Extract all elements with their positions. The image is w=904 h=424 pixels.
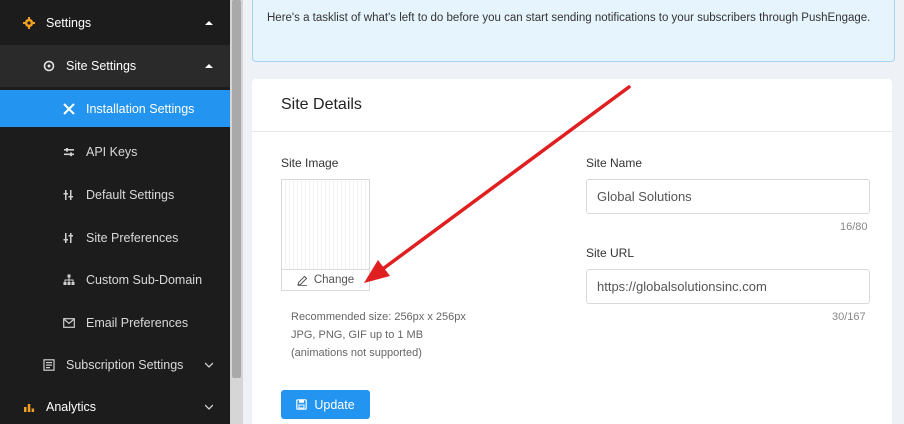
- sidebar-item-label: Custom Sub-Domain: [86, 272, 203, 287]
- sidebar-item-settings[interactable]: Settings: [0, 2, 230, 44]
- sidebar-item-subscription-settings[interactable]: Subscription Settings: [0, 346, 230, 384]
- chevron-down-icon: [204, 402, 214, 412]
- key-icon: [62, 145, 76, 159]
- recommendation-line: (animations not supported): [291, 347, 422, 359]
- site-name-counter: 16/80: [840, 221, 868, 233]
- update-button[interactable]: Update: [281, 390, 370, 419]
- sidebar: Settings Site Settings Installation Sett…: [0, 0, 230, 424]
- chevron-up-icon: [204, 18, 214, 28]
- sidebar-item-label: Analytics: [46, 400, 97, 414]
- sidebar-item-site-settings[interactable]: Site Settings: [0, 45, 230, 87]
- change-button-label: Change: [313, 274, 355, 286]
- tools-icon: [62, 102, 76, 116]
- divider: [252, 131, 892, 132]
- sidebar-item-label: Site Preferences: [86, 230, 179, 245]
- sidebar-item-label: Default Settings: [86, 187, 175, 202]
- site-details-card: Site Details Site Image Change Recommend…: [252, 79, 892, 424]
- site-url-value: https://globalsolutionsinc.com: [597, 279, 767, 294]
- sidebar-item-label: API Keys: [86, 144, 138, 159]
- sidebar-item-label: Settings: [46, 16, 92, 30]
- site-url-counter: 30/167: [832, 311, 866, 323]
- sidebar-item-default-settings[interactable]: Default Settings: [0, 176, 230, 213]
- image-recommendation: Recommended size: 256px x 256px JPG, PNG…: [291, 308, 466, 362]
- sitemap-icon: [62, 273, 76, 287]
- site-name-value: Global Solutions: [597, 189, 692, 204]
- tasklist-notice: Here's a tasklist of what's left to do b…: [252, 0, 895, 62]
- sidebar-item-api-keys[interactable]: API Keys: [0, 133, 230, 170]
- main-content: Here's a tasklist of what's left to do b…: [243, 0, 904, 424]
- site-url-input[interactable]: https://globalsolutionsinc.com: [586, 269, 870, 304]
- site-image-label: Site Image: [281, 156, 339, 170]
- sliders-icon: [62, 188, 76, 202]
- save-icon: [296, 399, 308, 410]
- sidebar-item-analytics[interactable]: Analytics: [0, 387, 230, 424]
- sliders-icon: [62, 231, 76, 245]
- chart-icon: [22, 400, 36, 414]
- sidebar-item-email-preferences[interactable]: Email Preferences: [0, 304, 230, 341]
- notice-text: Here's a tasklist of what's left to do b…: [267, 12, 871, 24]
- envelope-icon: [62, 316, 76, 330]
- sidebar-item-label: Site Settings: [66, 59, 137, 73]
- change-image-button[interactable]: Change: [281, 269, 370, 291]
- sidebar-scrollbar[interactable]: [230, 0, 243, 424]
- sidebar-item-label: Installation Settings: [86, 101, 195, 116]
- update-button-label: Update: [314, 397, 355, 412]
- recommendation-line: Recommended size: 256px x 256px: [291, 311, 466, 323]
- gear-icon: [22, 16, 36, 30]
- chevron-down-icon: [204, 360, 214, 370]
- sidebar-item-installation-settings[interactable]: Installation Settings: [0, 90, 230, 127]
- sidebar-item-label: Subscription Settings: [66, 358, 184, 372]
- list-icon: [42, 358, 56, 372]
- sidebar-item-label: Email Preferences: [86, 315, 189, 330]
- chevron-up-icon: [204, 61, 214, 71]
- site-name-input[interactable]: Global Solutions: [586, 179, 870, 214]
- pencil-icon: [297, 275, 308, 286]
- sidebar-item-site-preferences[interactable]: Site Preferences: [0, 219, 230, 256]
- scrollbar-thumb[interactable]: [232, 0, 241, 378]
- gear-icon: [42, 59, 56, 73]
- sidebar-item-custom-sub-domain[interactable]: Custom Sub-Domain: [0, 261, 230, 298]
- card-title: Site Details: [281, 96, 362, 113]
- site-name-label: Site Name: [586, 156, 643, 170]
- recommendation-line: JPG, PNG, GIF up to 1 MB: [291, 329, 424, 341]
- site-url-label: Site URL: [586, 246, 635, 260]
